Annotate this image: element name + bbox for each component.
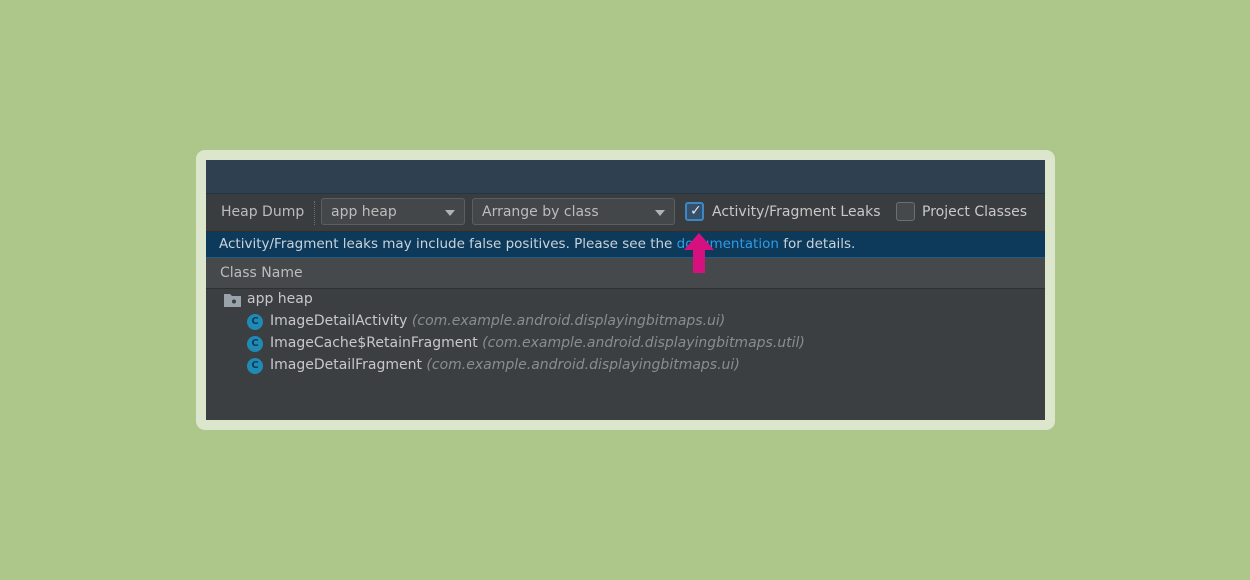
class-name: ImageCache$RetainFragment <box>270 335 478 351</box>
heap-select-value: app heap <box>331 204 397 220</box>
banner-text-before: Activity/Fragment leaks may include fals… <box>219 236 677 252</box>
checkmark-icon: ✓ <box>690 203 702 219</box>
class-tree: app heap C ImageDetailActivity (com.exam… <box>206 289 1045 420</box>
package-name: (com.example.android.displayingbitmaps.u… <box>482 335 805 351</box>
arrange-select[interactable]: Arrange by class <box>472 198 675 225</box>
project-classes-checkbox-label[interactable]: Project Classes <box>922 204 1027 220</box>
leaks-checkbox-label[interactable]: Activity/Fragment Leaks <box>712 204 881 220</box>
heap-dump-window: Heap Dump app heap Arrange by class ✓ Ac… <box>206 160 1045 420</box>
folder-icon <box>224 293 241 311</box>
info-banner: Activity/Fragment leaks may include fals… <box>206 232 1045 258</box>
class-entry: ImageDetailActivity (com.example.android… <box>270 313 725 329</box>
dropdown-arrow-icon <box>445 210 455 216</box>
banner-text-after: for details. <box>778 236 856 252</box>
class-entry: ImageCache$RetainFragment (com.example.a… <box>270 335 805 351</box>
leaks-checkbox[interactable]: ✓ <box>685 202 704 221</box>
column-header-label: Class Name <box>220 265 303 281</box>
banner-text: Activity/Fragment leaks may include fals… <box>219 236 855 252</box>
project-classes-checkbox[interactable] <box>896 202 915 221</box>
class-icon: C <box>247 358 263 374</box>
package-name: (com.example.android.displayingbitmaps.u… <box>426 357 740 373</box>
class-name: ImageDetailActivity <box>270 313 408 329</box>
dropdown-arrow-icon <box>655 210 665 216</box>
column-header-class-name[interactable]: Class Name <box>206 258 1045 289</box>
title-bar <box>206 160 1045 194</box>
arrange-select-value: Arrange by class <box>482 204 599 220</box>
class-icon: C <box>247 336 263 352</box>
heap-dump-label: Heap Dump <box>221 204 305 220</box>
tree-root-label: app heap <box>247 291 313 307</box>
class-name: ImageDetailFragment <box>270 357 422 373</box>
toolbar: Heap Dump app heap Arrange by class ✓ Ac… <box>206 194 1045 232</box>
package-name: (com.example.android.displayingbitmaps.u… <box>411 313 726 329</box>
class-icon: C <box>247 314 263 330</box>
toolbar-separator <box>314 201 315 225</box>
class-entry: ImageDetailFragment (com.example.android… <box>270 357 740 373</box>
arrow-up-icon <box>684 233 714 273</box>
heap-select[interactable]: app heap <box>321 198 465 225</box>
